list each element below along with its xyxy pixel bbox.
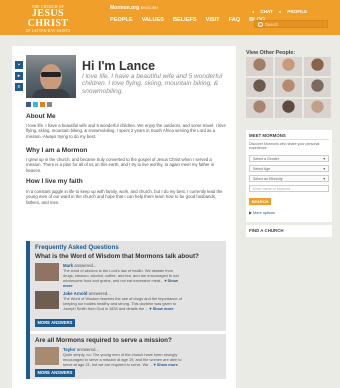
meet-mormons-panel: MEET MORMONS Discover Mormons who share … [246,130,332,222]
nav-faq[interactable]: FAQ [229,17,241,23]
top-links: ● CHAT ● PROFILE [252,9,307,14]
nav-people[interactable]: PEOPLE [110,17,133,23]
answer-body: The word of wisdom is the Lord's law of … [63,268,179,283]
chevron-down-icon: ▼ [322,167,326,171]
people-grid [246,57,332,118]
show-more-label: Show more [156,361,178,367]
play-icon[interactable]: ▸ [15,72,23,80]
person-thumbnail[interactable] [246,57,273,76]
person-thumbnail[interactable] [246,78,273,97]
profile-tagline: I love life. I have a beautiful wife and… [82,73,223,95]
gender-select[interactable]: Select a Gender ▼ [249,155,329,162]
person-thumbnail[interactable] [246,99,273,118]
faq-panel: Frequently Asked Questions What is the W… [26,241,226,379]
why-title: Why I am a Mormon [26,147,88,154]
search-button[interactable]: SEARCH [249,198,271,205]
nav-visit[interactable]: VISIT [206,17,220,23]
side-icons: ▪ ▸ ≡ [15,61,23,94]
faith-text: In a constant juggle in life to keep up … [26,189,223,205]
ethnicity-select[interactable]: Select an Ethnicity ▼ [249,175,329,182]
logo-line-2: JESUS CHRIST [27,8,69,29]
chat-icon: ● [252,9,255,14]
person-thumbnail[interactable] [275,57,302,76]
faq-divider [30,331,226,334]
share-icon[interactable]: ≡ [15,83,23,91]
find-church-title: FIND A CHURCH [249,228,284,233]
email-icon[interactable] [47,102,52,107]
answer-text: The Word of Wisdom teaches the use of dr… [63,296,183,312]
avatar-sunglasses [41,72,61,77]
search-box [254,20,328,28]
faq-question-1[interactable]: What is the Word of Wisdom that Mormons … [35,253,199,260]
person-thumbnail[interactable] [275,99,302,118]
profile-link[interactable]: PROFILE [287,9,307,14]
answer-avatar [35,263,59,281]
site-url-text: Mormon.org [110,5,140,11]
nav-values[interactable]: VALUES [142,17,164,23]
why-text: I grew up in the church, and became trul… [26,157,215,173]
person-thumbnail[interactable] [304,99,331,118]
meet-mormons-title: MEET MORMONS [249,133,286,138]
show-more-label: Show more [152,305,174,311]
rss-icon[interactable] [40,102,45,107]
chat-link[interactable]: CHAT [260,9,272,14]
gender-select-value: Select a Gender [253,157,279,161]
more-answers-button[interactable]: MORE ANSWERS [35,319,75,327]
social-icons [26,102,52,107]
about-title: About Me [26,113,56,120]
more-answers-button[interactable]: MORE ANSWERS [35,369,75,377]
nav-beliefs[interactable]: BELIEFS [173,17,197,23]
view-other-people-title: View Other People: [246,50,296,56]
find-church-panel[interactable]: FIND A CHURCH [246,225,332,237]
church-logo[interactable]: THE CHURCH OF JESUS CHRIST OF LATTER-DAY… [14,5,82,33]
site-url-language: ENGLISH [140,5,159,10]
about-text: I love life. I have a beautiful wife and… [26,123,226,139]
age-select[interactable]: Select Age ▼ [249,165,329,172]
profile-main: ▪ ▸ ≡ Hi I'm Lance I love life. I have a… [12,46,236,388]
main-nav: PEOPLE VALUES BELIEFS VISIT FAQ BLOG [110,17,265,23]
chat-bubble-icon[interactable]: ▪ [15,61,23,69]
answer-avatar [35,347,59,365]
person-thumbnail[interactable] [304,57,331,76]
person-thumbnail[interactable] [304,78,331,97]
logo-line-3: OF LATTER-DAY SAINTS [25,29,71,33]
keyword-placeholder: Enter name or keyword [253,187,291,191]
site-url[interactable]: Mormon.org ENGLISH [110,5,158,11]
show-more-link[interactable]: ▾ Show more [150,306,174,311]
faq-title: Frequently Asked Questions [35,244,119,251]
twitter-icon[interactable] [33,102,38,107]
divider [249,139,329,140]
profile-greeting: Hi I'm Lance [82,59,156,73]
search-icon [258,22,263,27]
person-thumbnail[interactable] [275,78,302,97]
right-sidebar: View Other People: MEET MORMONS Discover… [246,50,332,237]
ethnicity-select-value: Select an Ethnicity [253,177,283,181]
facebook-icon[interactable] [26,102,31,107]
more-options-link[interactable]: ▶ More options [249,210,275,215]
avatar [26,55,76,98]
avatar-face [40,64,62,91]
answer-avatar [35,291,59,309]
show-more-link[interactable]: ▾ Show more [154,362,178,367]
search-input[interactable] [265,21,325,27]
faith-title: How I live my faith [26,178,83,185]
profile-icon: ● [278,9,282,14]
faq-question-2[interactable]: Are all Mormons required to serve a miss… [35,337,172,344]
chevron-down-icon: ▼ [322,177,326,181]
chevron-down-icon: ▼ [322,157,326,161]
age-select-value: Select Age [253,167,271,171]
more-options-label: More options [252,211,275,215]
meet-mormons-desc: Discover Mormons who share your personal… [249,142,320,151]
avatar-shirt [32,89,70,98]
answer-text: Quite simply, no. The young men of the c… [63,352,183,368]
keyword-field[interactable]: Enter name or keyword [249,185,329,192]
site-header: THE CHURCH OF JESUS CHRIST OF LATTER-DAY… [0,0,340,35]
answer-text: The word of wisdom is the Lord's law of … [63,268,183,289]
